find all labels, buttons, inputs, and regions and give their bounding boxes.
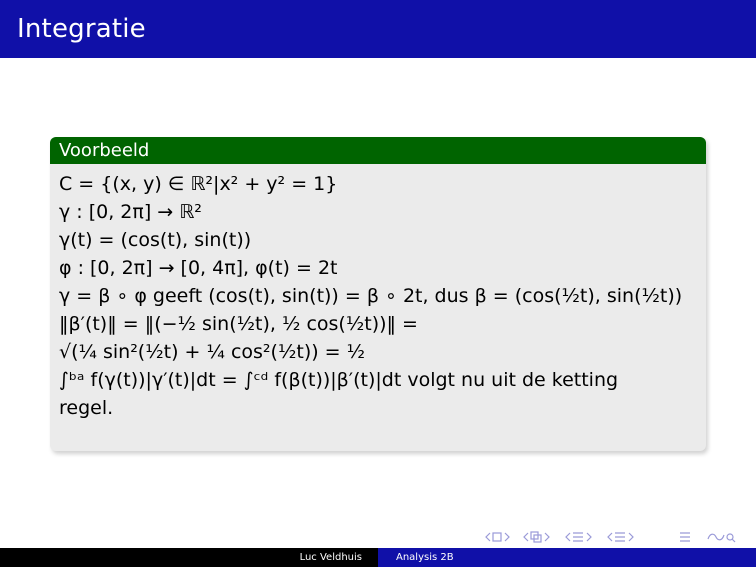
math-line-6: ‖β′(t)‖ = ‖(−½ sin(½t), ½ cos(½t))‖ = bbox=[59, 313, 418, 335]
nav-document-icon[interactable] bbox=[607, 532, 634, 542]
beamer-navigation-icons[interactable] bbox=[484, 530, 754, 544]
math-line-1: C = {(x, y) ∈ ℝ²|x² + y² = 1} bbox=[59, 173, 338, 195]
title-bar: Integratie bbox=[0, 0, 756, 58]
math-line-8: ∫ᵇᵃ f(γ(t))|γ′(t)|dt = ∫ᶜᵈ f(β(t))|β′(t)… bbox=[59, 369, 619, 391]
footer-course-box: Analysis 2B bbox=[378, 548, 756, 567]
footer-bar: Luc Veldhuis Analysis 2B bbox=[0, 548, 756, 567]
nav-align-icon[interactable] bbox=[680, 532, 690, 542]
math-line-3: γ(t) = (cos(t), sin(t)) bbox=[59, 229, 252, 251]
math-line-2: γ : [0, 2π] → ℝ² bbox=[59, 201, 202, 223]
nav-subsection-icon[interactable] bbox=[523, 531, 550, 543]
nav-section-icon[interactable] bbox=[565, 532, 592, 542]
block-heading: Voorbeeld bbox=[50, 137, 706, 164]
nav-prev-frame-icon[interactable] bbox=[485, 532, 510, 542]
math-line-5: γ = β ∘ φ geeft (cos(t), sin(t)) = β ∘ 2… bbox=[59, 285, 683, 307]
block-body: C = {(x, y) ∈ ℝ²|x² + y² = 1} γ : [0, 2π… bbox=[59, 170, 698, 422]
math-line-4: φ : [0, 2π] → [0, 4π], φ(t) = 2t bbox=[59, 257, 338, 279]
footer-author: Luc Veldhuis bbox=[299, 552, 362, 563]
nav-search-icon[interactable] bbox=[707, 533, 736, 543]
math-line-9: regel. bbox=[59, 397, 114, 419]
footer-author-box: Luc Veldhuis bbox=[0, 548, 378, 567]
math-line-7: √(¼ sin²(½t) + ¼ cos²(½t)) = ½ bbox=[59, 341, 366, 363]
example-block: Voorbeeld C = {(x, y) ∈ ℝ²|x² + y² = 1} … bbox=[50, 137, 706, 451]
slide-title: Integratie bbox=[17, 14, 146, 44]
footer-course: Analysis 2B bbox=[396, 552, 454, 563]
